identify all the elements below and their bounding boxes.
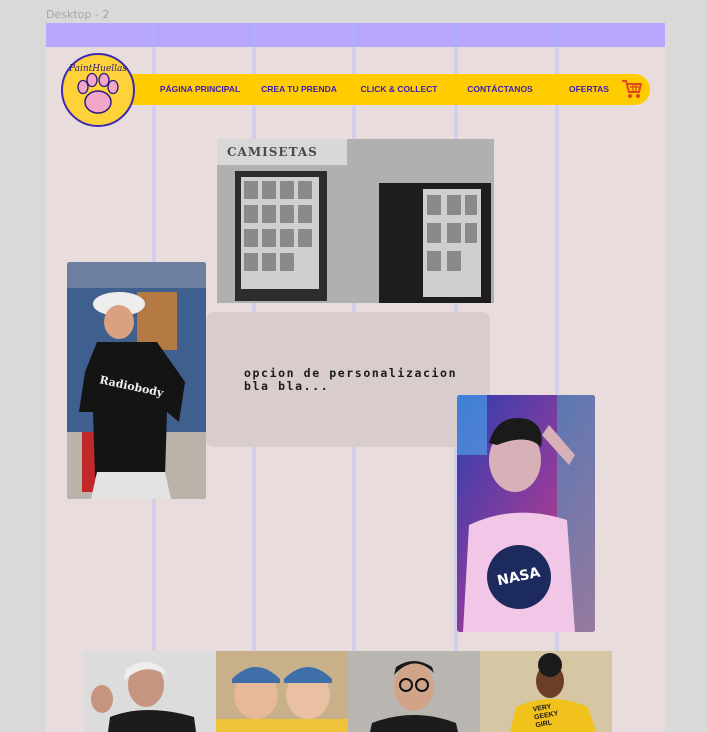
store-sign: CAMISETAS: [227, 145, 318, 159]
main-nav: PÁGINA PRINCIPAL CREA TU PRENDA CLICK & …: [131, 74, 650, 105]
photo-glasses-man: [348, 651, 480, 732]
photo-geeky-girl: VERY GEEKY GIRL: [480, 651, 612, 732]
photo-kids: [216, 651, 348, 732]
customization-text: opcion de personalizacion bla bla...: [244, 366, 458, 393]
photo-older-man: [84, 651, 216, 732]
photo-man: NASA: [457, 395, 595, 632]
frame-label: Desktop - 2: [46, 8, 110, 21]
desktop-frame: PÁGINA PRINCIPAL CREA TU PRENDA CLICK & …: [46, 23, 665, 732]
nav-item-create[interactable]: CREA TU PRENDA: [255, 74, 343, 105]
nav-item-click-collect[interactable]: CLICK & COLLECT: [355, 74, 443, 105]
customization-panel: opcion de personalizacion bla bla...: [206, 312, 490, 447]
store-photo: CAMISETAS: [217, 139, 494, 303]
nav-item-contact[interactable]: CONTÁCTANOS: [457, 74, 543, 105]
cart-icon[interactable]: [621, 78, 643, 100]
nav-item-home[interactable]: PÁGINA PRINCIPAL: [151, 74, 249, 105]
paw-icon: [77, 72, 119, 114]
nav-item-offers[interactable]: OFERTAS: [559, 74, 619, 105]
photo-woman: Radiobody: [67, 262, 206, 499]
logo[interactable]: PaintHuellas: [61, 53, 135, 127]
